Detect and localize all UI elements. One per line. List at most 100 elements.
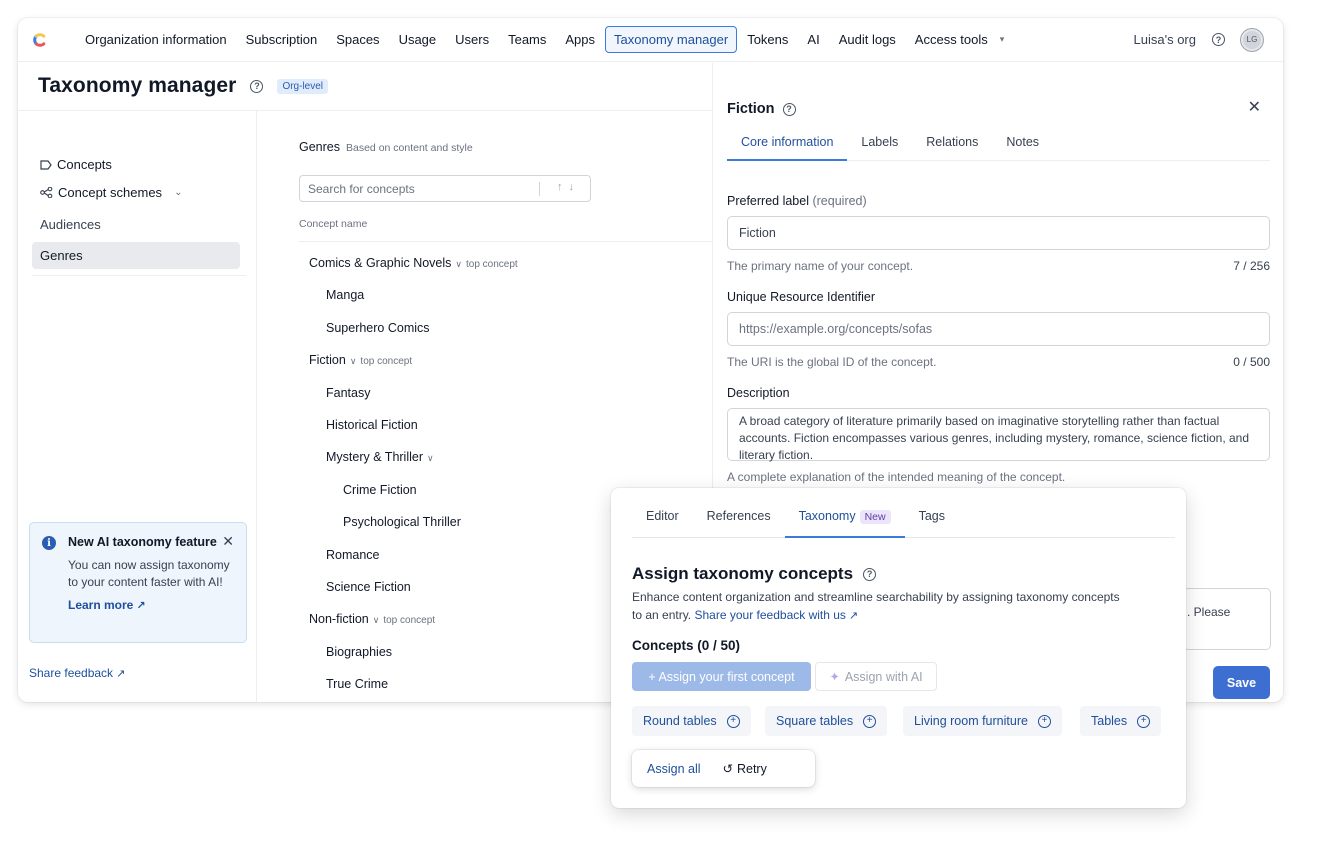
nav-item-tokens[interactable]: Tokens [738,26,797,53]
close-icon[interactable]: ✕ [222,533,234,550]
plus-circle-icon[interactable]: + [1137,714,1151,728]
tree-row-label: Biographies [326,644,393,659]
tab-taxonomy[interactable]: Taxonomy New [784,502,905,538]
sidebar-item-concepts[interactable]: Concepts [32,151,240,178]
tree-row[interactable]: Fantasy [326,386,370,400]
assign-title: Assign taxonomy concepts ? [632,564,877,584]
sidebar-item-label: Concepts [57,157,112,172]
nav-item-apps[interactable]: Apps [556,26,604,53]
tab-label: References [706,509,771,523]
plus-circle-icon[interactable]: + [863,714,877,728]
nav-item-organization-information[interactable]: Organization information [76,26,236,53]
retry-button[interactable]: ↺ Retry [722,761,767,777]
description-label: Description [727,386,790,400]
search-divider [539,182,540,196]
nav-item-access-tools[interactable]: Access tools [906,26,997,53]
help-icon[interactable]: ? [250,79,264,93]
share-feedback-label: Share feedback [29,666,114,680]
uri-label: Unique Resource Identifier [727,290,875,304]
avatar[interactable]: LG [1241,28,1263,51]
contentful-logo-icon[interactable] [30,30,50,50]
tree-row[interactable]: Historical Fiction [326,418,418,432]
chevron-down-icon[interactable]: ⌄ [174,187,182,198]
chevron-down-icon[interactable]: ∨ [350,356,357,366]
save-button[interactable]: Save [1213,666,1270,699]
tree-row[interactable]: True Crime [326,677,388,691]
tree-row-label: Superhero Comics [326,320,430,335]
tab-tags[interactable]: Tags [905,502,959,538]
suggestion-chip[interactable]: Square tables + [765,706,888,736]
sidebar: Concepts Concept schemes ⌄ Audiences Gen… [18,111,257,702]
nav-item-subscription[interactable]: Subscription [237,26,327,53]
sidebar-item-label: Concept schemes [58,185,163,200]
tab-core-information[interactable]: Core information [727,135,848,161]
feedback-link[interactable]: Share your feedback with us ↗ [695,608,859,622]
preferred-label-text: Preferred label [727,194,809,208]
close-icon[interactable]: ✕ [1248,97,1261,117]
tree-row[interactable]: Crime Fiction [343,483,417,497]
new-badge: New [859,510,891,524]
tab-labels[interactable]: Labels [847,135,912,161]
preferred-label-input[interactable]: Fiction [727,216,1270,250]
tree-row[interactable]: Psychological Thriller [343,515,461,529]
help-icon[interactable]: ? [782,102,796,116]
sidebar-item-concept-schemes[interactable]: Concept schemes ⌄ [32,179,240,206]
tree-row-label: Comics & Graphic Novels [309,256,452,270]
tree-row[interactable]: Manga [326,288,364,302]
tree-row[interactable]: Superhero Comics [326,321,430,335]
nav-item-spaces[interactable]: Spaces [327,26,388,53]
search-input[interactable]: Search for concepts ↑↓ [299,175,591,202]
external-link-icon: ↗ [116,668,126,680]
panel-title-text: Fiction [727,101,775,117]
page-title: Taxonomy manager [38,74,237,97]
suggestion-chip[interactable]: Round tables + [632,706,751,736]
description-textarea[interactable]: A broad category of literature primarily… [727,408,1270,462]
ai-card-title: New AI taxonomy feature [68,535,217,549]
tree-row[interactable]: Science Fiction [326,580,411,594]
sparkle-icon: ✦ [829,670,840,684]
preferred-help-text: The primary name of your concept. [727,259,914,273]
share-feedback-link[interactable]: Share feedback ↗ [29,666,125,680]
nav-item-users[interactable]: Users [446,26,498,53]
nav-item-usage[interactable]: Usage [390,26,446,53]
org-switcher[interactable]: Luisa's org [1134,32,1196,47]
nav-item-audit-logs[interactable]: Audit logs [830,26,905,53]
retry-icon: ↺ [722,762,733,776]
tree-row[interactable]: Mystery & Thriller ∨ [326,450,434,464]
sidebar-item-genres[interactable]: Genres [32,242,240,269]
sidebar-item-audiences[interactable]: Audiences [32,211,240,238]
tree-row[interactable]: Biographies [326,645,392,659]
tree-row[interactable]: Comics & Graphic Novels ∨ top concept [309,256,518,270]
assign-first-concept-button[interactable]: + Assign your first concept [632,662,811,691]
learn-more-link[interactable]: Learn more ↗ [68,598,146,612]
concepts-count: Concepts (0 / 50) [632,638,741,653]
chevron-down-icon[interactable]: ∨ [373,615,380,625]
tree-row[interactable]: Fiction ∨ top concept [309,353,412,367]
notes-textarea[interactable] [1183,588,1271,650]
chevron-down-icon[interactable]: ∨ [427,453,434,463]
tab-notes[interactable]: Notes [992,135,1053,161]
learn-more-label: Learn more [68,598,134,612]
nav-item-taxonomy-manager[interactable]: Taxonomy manager [605,26,738,53]
tree-row[interactable]: Romance [326,548,380,562]
tree-row-label: Crime Fiction [343,482,417,497]
suggestion-chip[interactable]: Living room furniture + [903,706,1062,736]
sort-arrows-icon[interactable]: ↑↓ [557,181,580,193]
chevron-down-icon[interactable]: ∨ [455,259,462,269]
assign-all-button[interactable]: Assign all [647,762,701,776]
tab-editor[interactable]: Editor [632,502,693,538]
tab-relations[interactable]: Relations [912,135,992,161]
suggestion-chip[interactable]: Tables + [1080,706,1162,736]
help-icon[interactable]: ? [1212,33,1225,46]
plus-circle-icon[interactable]: + [726,714,740,728]
assign-with-ai-button[interactable]: ✦ Assign with AI [815,662,937,691]
chevron-down-icon[interactable]: ▾ [1000,34,1005,45]
uri-input[interactable]: https://example.org/concepts/sofas [727,312,1270,346]
tab-references[interactable]: References [693,502,785,538]
nav-item-teams[interactable]: Teams [499,26,555,53]
plus-circle-icon[interactable]: + [1037,714,1051,728]
tree-row[interactable]: Non-fiction ∨ top concept [309,612,435,626]
help-icon[interactable]: ? [863,567,877,581]
column-header: Concept name [299,218,368,230]
nav-item-ai[interactable]: AI [798,26,828,53]
